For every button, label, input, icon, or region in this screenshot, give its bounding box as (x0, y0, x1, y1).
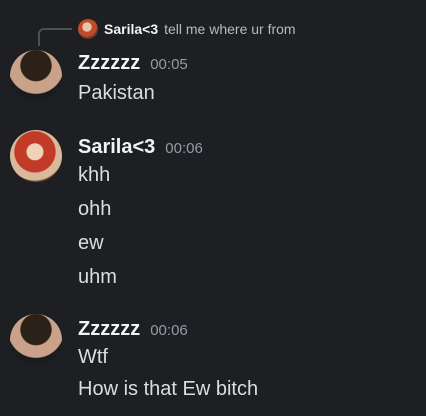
message-text: Wtf (78, 346, 108, 368)
reply-text[interactable]: tell me where ur from (164, 21, 295, 37)
message-text: Pakistan (78, 82, 155, 104)
avatar[interactable] (10, 50, 62, 102)
message-text: uhm (78, 266, 117, 288)
username[interactable]: Zzzzzz (78, 318, 140, 341)
username[interactable]: Zzzzzz (78, 52, 140, 75)
timestamp: 00:06 (150, 322, 188, 339)
reply-username[interactable]: Sarila<3 (104, 21, 158, 37)
message-text: khh (78, 164, 111, 186)
reply-connector (38, 28, 72, 46)
message-text: ew (78, 232, 104, 254)
timestamp: 00:05 (150, 56, 188, 73)
avatar[interactable] (10, 314, 62, 366)
message-text: How is that Ew bitch (78, 378, 259, 400)
reply-preview[interactable]: Sarila<3 tell me where ur from (78, 18, 296, 40)
timestamp: 00:06 (165, 140, 203, 157)
username[interactable]: Sarila<3 (78, 136, 155, 159)
message-text: ohh (78, 198, 112, 220)
reply-avatar[interactable] (78, 19, 98, 39)
avatar[interactable] (10, 130, 62, 182)
